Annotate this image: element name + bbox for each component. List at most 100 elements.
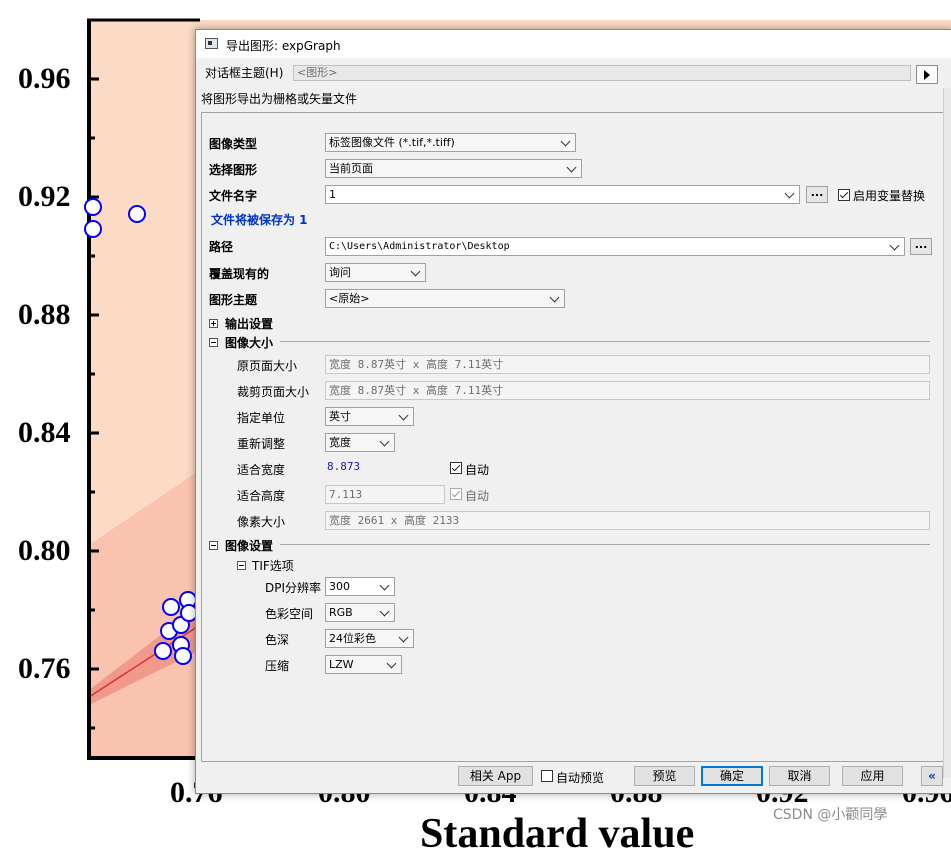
fit-width-label: 适合宽度: [237, 463, 286, 477]
resize-label: 重新调整: [237, 437, 286, 451]
color-space-select[interactable]: RGB: [325, 603, 395, 622]
resize-value: 宽度: [329, 436, 351, 449]
crop-page-size-field: 宽度 8.87英寸 x 高度 7.11英寸: [325, 381, 930, 400]
graph-theme-label: 图形主题: [209, 293, 258, 307]
auto-preview-checkbox[interactable]: [541, 770, 553, 782]
dpi-select[interactable]: 300: [325, 577, 395, 596]
collapse-image-settings-icon[interactable]: [209, 541, 218, 550]
path-browse-button[interactable]: ...: [910, 238, 932, 255]
export-graph-dialog: 导出图形: expGraph 对话框主题(H) <图形> 将图形导出为栅格或矢量…: [195, 29, 951, 794]
fit-width-value[interactable]: 8.873: [327, 460, 360, 473]
chevron-down-icon: [550, 293, 560, 303]
image-type-value: 标签图像文件 (*.tif,*.tiff): [329, 136, 455, 149]
chevron-down-icon: [387, 659, 397, 669]
file-name-value: 1: [329, 188, 336, 201]
ok-button[interactable]: 确定: [701, 766, 763, 786]
dialog-theme-label: 对话框主题(H): [205, 66, 284, 80]
csdn-watermark: CSDN @小颧同學: [773, 807, 888, 823]
y-tick-label: 0.96: [18, 62, 71, 95]
fit-height-auto-checkbox: [450, 488, 462, 500]
apply-button[interactable]: 应用: [842, 766, 903, 786]
dpi-value: 300: [329, 580, 350, 593]
image-size-label[interactable]: 图像大小: [225, 334, 273, 351]
chevron-down-icon: [411, 267, 421, 277]
vertical-scrollbar[interactable]: [943, 88, 951, 778]
related-app-button[interactable]: 相关 App: [458, 766, 533, 786]
collapse-button[interactable]: «: [921, 766, 943, 786]
preview-button[interactable]: 预览: [634, 766, 695, 786]
x-axis-title: Standard value: [420, 811, 695, 857]
cancel-button[interactable]: 取消: [769, 766, 830, 786]
y-tick-label: 0.88: [18, 298, 71, 331]
expand-output-settings-icon[interactable]: [209, 319, 218, 328]
enable-var-checkbox[interactable]: [838, 189, 850, 201]
image-type-select[interactable]: 标签图像文件 (*.tif,*.tiff): [325, 133, 576, 152]
tif-options-label[interactable]: TIF选项: [252, 557, 294, 574]
color-depth-value: 24位彩色: [329, 632, 376, 645]
resize-select[interactable]: 宽度: [325, 433, 395, 452]
fit-height-field: 7.113: [325, 485, 445, 504]
collapse-image-size-icon[interactable]: [209, 338, 218, 347]
fit-height-auto-label: 自动: [465, 489, 490, 503]
color-depth-select[interactable]: 24位彩色: [325, 629, 414, 648]
y-tick-label: 0.76: [18, 652, 71, 685]
unit-select[interactable]: 英寸: [325, 407, 414, 426]
color-space-value: RGB: [329, 606, 353, 619]
image-settings-divider: [280, 544, 930, 545]
collapse-tif-options-icon[interactable]: [237, 561, 246, 570]
path-value: C:\Users\Administrator\Desktop: [329, 241, 510, 252]
image-settings-label[interactable]: 图像设置: [225, 537, 273, 554]
compression-value: LZW: [329, 658, 354, 671]
chevron-down-icon: [890, 241, 900, 251]
output-settings-label[interactable]: 输出设置: [225, 315, 273, 332]
chevron-down-icon: [380, 581, 390, 591]
dialog-title: 导出图形: expGraph: [226, 39, 341, 53]
pixel-size-label: 像素大小: [237, 515, 286, 529]
settings-panel: [201, 112, 944, 762]
select-graph-select[interactable]: 当前页面: [325, 159, 582, 178]
overwrite-select[interactable]: 询问: [325, 263, 426, 282]
dpi-label: DPI分辨率: [265, 581, 322, 595]
chevron-down-icon: [785, 189, 795, 199]
image-type-label: 图像类型: [209, 137, 258, 151]
orig-page-size-label: 原页面大小: [237, 359, 298, 373]
fit-width-auto-checkbox[interactable]: [450, 462, 462, 474]
enable-var-label: 启用变量替换: [853, 189, 926, 203]
auto-preview-label: 自动预览: [556, 771, 605, 785]
data-point: [162, 598, 180, 616]
data-point: [174, 647, 192, 665]
file-name-label: 文件名字: [209, 189, 258, 203]
orig-page-size-field: 宽度 8.87英寸 x 高度 7.11英寸: [325, 355, 930, 374]
file-name-browse-button[interactable]: ...: [806, 186, 828, 203]
path-input[interactable]: C:\Users\Administrator\Desktop: [325, 237, 905, 256]
overwrite-value: 询问: [329, 266, 351, 279]
chevron-down-icon: [399, 411, 409, 421]
theme-menu-button[interactable]: [916, 65, 938, 84]
chevron-down-icon: [380, 437, 390, 447]
file-name-input[interactable]: 1: [325, 185, 800, 204]
compression-select[interactable]: LZW: [325, 655, 402, 674]
data-point: [154, 642, 172, 660]
data-point: [84, 220, 102, 238]
dialog-theme-value: <图形>: [297, 66, 338, 79]
data-point: [128, 205, 146, 223]
fit-height-label: 适合高度: [237, 489, 286, 503]
chevron-down-icon: [567, 163, 577, 173]
y-tick-label: 0.80: [18, 534, 71, 567]
graph-theme-select[interactable]: <原始>: [325, 289, 565, 308]
chevron-down-icon: [399, 633, 409, 643]
overwrite-label: 覆盖现有的: [209, 267, 270, 281]
image-size-divider: [280, 341, 930, 342]
pixel-size-field: 宽度 2661 x 高度 2133: [325, 511, 930, 530]
y-tick-label: 0.92: [18, 180, 71, 213]
dialog-titlebar[interactable]: 导出图形: expGraph: [196, 30, 951, 58]
triangle-right-icon: [924, 70, 930, 80]
unit-label: 指定单位: [237, 411, 286, 425]
compression-label: 压缩: [265, 659, 290, 673]
fit-width-auto-label: 自动: [465, 463, 490, 477]
select-graph-label: 选择图形: [209, 163, 258, 177]
chevron-down-icon: [561, 137, 571, 147]
dialog-theme-select[interactable]: <图形>: [293, 65, 911, 81]
unit-value: 英寸: [329, 410, 351, 423]
app-icon: [205, 38, 218, 49]
